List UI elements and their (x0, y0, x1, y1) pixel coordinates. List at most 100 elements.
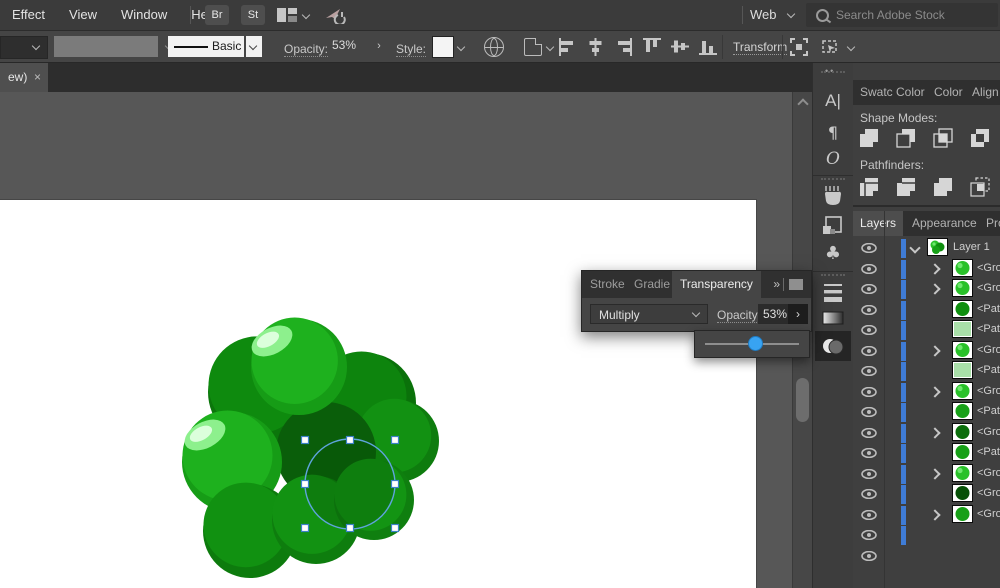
scroll-up-arrow-icon[interactable] (797, 98, 809, 110)
layer-row[interactable]: <Gro (853, 463, 1000, 484)
tab-color-1[interactable]: Color (893, 80, 928, 105)
visibility-eye-icon[interactable] (861, 550, 877, 561)
tab-properties[interactable]: Prop (979, 211, 1000, 236)
style-swatch[interactable] (432, 36, 454, 58)
hand-panel-icon[interactable] (813, 185, 853, 207)
style-dropdown-chevron[interactable] (456, 42, 466, 52)
layer-row[interactable]: Layer 1 (853, 238, 1000, 258)
visibility-eye-icon[interactable] (861, 304, 877, 315)
layer-row[interactable]: <Gro (853, 279, 1000, 299)
layer-row[interactable]: <Path (853, 443, 1000, 463)
visibility-eye-icon[interactable] (861, 325, 877, 335)
chevron-down-icon[interactable] (909, 242, 921, 254)
stroke-color-dropdown[interactable] (54, 36, 174, 57)
layer-row[interactable]: <Path (853, 299, 1000, 320)
menu-item-view[interactable]: View (57, 0, 109, 22)
shape-mode-minus-front-button[interactable] (894, 126, 918, 150)
document-setup-icon[interactable] (524, 38, 555, 56)
align-bottom-icon[interactable] (698, 37, 718, 57)
blend-mode-dropdown[interactable]: Multiply (590, 304, 708, 324)
canvas-pasteboard[interactable] (0, 92, 792, 588)
visibility-eye-icon[interactable] (861, 530, 877, 540)
pathfinder-crop-button[interactable] (968, 175, 992, 199)
document-setup-globe-icon[interactable] (484, 37, 504, 57)
chevron-right-icon[interactable] (929, 385, 941, 398)
visibility-eye-icon[interactable] (861, 427, 877, 438)
visibility-eye-icon[interactable] (861, 263, 877, 274)
opacity-slider-handle[interactable] (747, 336, 763, 351)
visibility-eye-icon[interactable] (861, 509, 877, 520)
paragraph-panel-icon[interactable]: ¶ (813, 123, 853, 142)
visibility-eye-icon[interactable] (861, 407, 877, 417)
visibility-eye-icon[interactable] (861, 284, 877, 294)
opacity-label[interactable]: Opacity: (717, 308, 762, 323)
bridge-button[interactable]: Br (205, 5, 229, 25)
pathfinder-merge-button[interactable] (931, 175, 955, 199)
tab-gradient[interactable]: Gradie (626, 271, 678, 298)
panel-collapse-chevrons[interactable]: » (773, 277, 780, 291)
layer-row[interactable]: <Gro (853, 258, 1000, 279)
style-label[interactable]: Style: (396, 42, 427, 57)
chevron-right-icon[interactable] (929, 262, 941, 275)
search-adobe-stock-input[interactable]: Search Adobe Stock (806, 3, 998, 27)
menu-item-effect[interactable]: Effect (0, 0, 57, 22)
shape-mode-intersect-button[interactable] (931, 126, 955, 150)
chevron-right-icon[interactable] (929, 508, 941, 521)
pathfinder-trim-button[interactable] (894, 175, 918, 199)
visibility-eye-icon[interactable] (861, 489, 877, 499)
chevron-right-icon[interactable] (929, 344, 941, 357)
chevron-right-icon[interactable] (929, 283, 941, 295)
opentype-panel-icon[interactable]: O (813, 149, 853, 169)
transparency-panel-icon[interactable] (813, 335, 853, 357)
visibility-eye-icon[interactable] (861, 448, 877, 458)
align-top-icon[interactable] (642, 37, 662, 57)
tab-swatc-0[interactable]: Swatc (857, 80, 896, 105)
close-tab-icon[interactable]: × (34, 63, 41, 92)
layer-row[interactable]: <Gro (853, 381, 1000, 402)
workspace-layout-icon[interactable] (277, 8, 297, 22)
workspace-switcher[interactable]: Web (750, 7, 796, 22)
layer-row[interactable] (853, 525, 1000, 545)
layer-row[interactable]: <Path (853, 402, 1000, 422)
select-similar-icon[interactable] (820, 38, 856, 56)
menu-item-window[interactable]: Window (109, 0, 179, 22)
opacity-stepper-button[interactable]: › (370, 37, 388, 56)
shape-mode-exclude-button[interactable] (968, 126, 992, 150)
layer-row[interactable]: <Gro (853, 422, 1000, 443)
scrollbar-thumb[interactable] (796, 378, 809, 422)
layer-row[interactable]: <Path (853, 361, 1000, 381)
chevron-right-icon[interactable] (929, 426, 941, 439)
opacity-value-field[interactable]: 53% (332, 38, 368, 52)
artboard[interactable] (0, 200, 756, 588)
align-right-icon[interactable] (614, 37, 634, 57)
brush-dropdown-chevron[interactable] (246, 36, 262, 57)
chevron-right-icon[interactable] (929, 467, 941, 480)
fill-color-dropdown[interactable] (0, 36, 48, 59)
visibility-eye-icon[interactable] (861, 345, 877, 356)
tab-layers[interactable]: Layers (853, 211, 904, 236)
visibility-eye-icon[interactable] (861, 386, 877, 397)
layer-row[interactable]: <Gro (853, 340, 1000, 361)
visibility-eye-icon[interactable] (861, 243, 877, 253)
tab-align-3[interactable]: Align (969, 80, 1000, 105)
tab-color-2[interactable]: Color (931, 80, 966, 105)
share-icon[interactable] (324, 6, 346, 24)
character-panel-icon[interactable]: A| (813, 91, 853, 111)
tab-appearance[interactable]: Appearance (905, 211, 984, 236)
align-v-center-icon[interactable] (670, 37, 690, 57)
align-left-icon[interactable] (558, 37, 578, 57)
panel-menu-icon[interactable] (789, 279, 803, 290)
brush-definition-dropdown[interactable]: Basic (168, 36, 244, 57)
visibility-eye-icon[interactable] (861, 468, 877, 479)
layer-row[interactable]: <Path (853, 320, 1000, 340)
document-tab[interactable]: ew) × (0, 63, 48, 92)
opacity-stepper-button[interactable]: › (788, 304, 808, 324)
artboards-panel-icon[interactable] (813, 215, 853, 237)
isolate-object-icon[interactable] (790, 38, 808, 56)
gradient-panel-icon[interactable] (813, 307, 853, 329)
visibility-eye-icon[interactable] (861, 366, 877, 376)
transform-link[interactable]: Transform (733, 40, 788, 55)
layer-row[interactable]: <Gro (853, 504, 1000, 525)
tab-transparency[interactable]: Transparency (672, 271, 761, 298)
align-h-center-icon[interactable] (586, 37, 606, 57)
